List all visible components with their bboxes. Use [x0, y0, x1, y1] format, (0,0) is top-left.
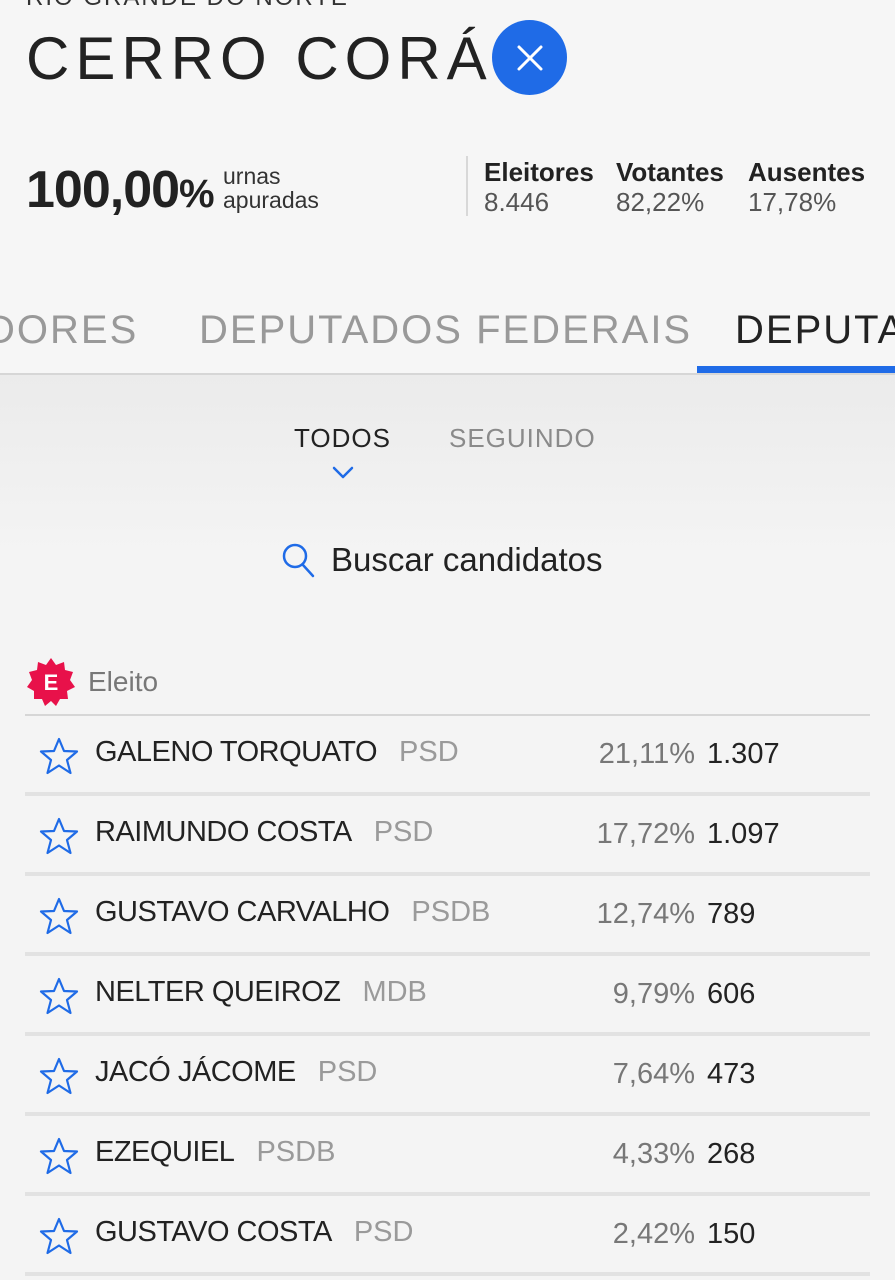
- active-tab-indicator: [697, 366, 895, 373]
- star-icon[interactable]: [39, 896, 79, 936]
- candidate-name-cell: NELTER QUEIROZ MDB: [95, 976, 427, 1009]
- candidate-party: MDB: [362, 976, 427, 1008]
- stats-divider: [466, 156, 468, 216]
- candidate-name-cell: RAIMUNDO COSTA PSD: [95, 816, 433, 849]
- candidate-votes: 789: [707, 898, 756, 930]
- filter-seguindo[interactable]: SEGUINDO: [449, 423, 596, 454]
- candidate-votes: 150: [707, 1218, 756, 1250]
- star-icon[interactable]: [39, 976, 79, 1016]
- candidate-percent: 21,11%: [598, 738, 695, 770]
- candidate-votes: 1.307: [707, 738, 780, 770]
- candidate-votes: 268: [707, 1138, 756, 1170]
- candidate-name: EZEQUIEL: [95, 1136, 235, 1168]
- candidate-percent: 12,74%: [596, 898, 695, 930]
- star-icon[interactable]: [39, 1216, 79, 1256]
- candidate-percent: 4,33%: [612, 1138, 695, 1170]
- candidate-name-cell: GALENO TORQUATO PSD: [95, 736, 459, 769]
- percent-sign: %: [179, 172, 215, 216]
- header-area: RIO GRANDE DO NORTE CERRO CORÁ 100,00% u…: [0, 0, 895, 375]
- votantes-label: Votantes: [616, 157, 724, 187]
- urnas-line1: urnas: [223, 163, 281, 189]
- votantes-value: 82,22%: [616, 187, 705, 217]
- tab-bar: DORES DEPUTADOS FEDERAIS DEPUTA: [0, 300, 895, 375]
- candidate-votes: 606: [707, 978, 756, 1010]
- star-icon[interactable]: [39, 816, 79, 856]
- candidate-party: PSDB: [256, 1136, 336, 1168]
- candidate-row[interactable]: RAIMUNDO COSTA PSD 17,72% 1.097: [25, 796, 870, 876]
- candidate-name: JACÓ JÁCOME: [95, 1056, 296, 1088]
- candidate-row[interactable]: GUSTAVO CARVALHO PSDB 12,74% 789: [25, 876, 870, 956]
- candidate-percent: 2,42%: [612, 1218, 695, 1250]
- candidate-name-cell: JACÓ JÁCOME PSD: [95, 1056, 377, 1089]
- candidate-party: PSD: [399, 736, 459, 768]
- candidate-list: GALENO TORQUATO PSD 21,11% 1.307 RAIMUNDO CO…: [25, 714, 870, 1276]
- candidate-row[interactable]: NELTER QUEIROZ MDB 9,79% 606: [25, 956, 870, 1036]
- candidate-votes: 1.097: [707, 818, 780, 850]
- state-name: RIO GRANDE DO NORTE: [26, 0, 349, 12]
- search-label: Buscar candidatos: [331, 541, 603, 578]
- elected-badge-letter: E: [44, 670, 59, 695]
- legend-label: Eleito: [88, 666, 159, 697]
- legend-eleito: E Eleito: [26, 657, 158, 707]
- search-icon: [282, 543, 315, 578]
- candidate-row[interactable]: JACÓ JÁCOME PSD 7,64% 473: [25, 1036, 870, 1116]
- percent-value: 100,00: [26, 161, 180, 219]
- filter-todos[interactable]: TODOS: [294, 423, 391, 454]
- urnas-label: urnas apuradas: [223, 164, 319, 212]
- candidate-name-cell: GUSTAVO CARVALHO PSDB: [95, 896, 490, 929]
- star-icon[interactable]: [39, 736, 79, 776]
- candidate-percent: 17,72%: [596, 818, 695, 850]
- tab-deputados-estaduais[interactable]: DEPUTA: [735, 308, 895, 353]
- candidate-row[interactable]: EZEQUIEL PSDB 4,33% 268: [25, 1116, 870, 1196]
- candidate-name: GUSTAVO COSTA: [95, 1216, 332, 1248]
- ausentes-value: 17,78%: [748, 187, 837, 217]
- close-button[interactable]: [492, 20, 567, 95]
- candidate-name: GUSTAVO CARVALHO: [95, 896, 390, 928]
- candidate-party: PSDB: [411, 896, 491, 928]
- candidate-party: PSD: [373, 816, 434, 848]
- candidate-name-cell: GUSTAVO COSTA PSD: [95, 1216, 413, 1249]
- urnas-line2: apuradas: [223, 187, 319, 213]
- candidate-percent: 9,79%: [612, 978, 695, 1010]
- tab-deputados-federais[interactable]: DEPUTADOS FEDERAIS: [199, 308, 692, 353]
- star-icon[interactable]: [39, 1136, 79, 1176]
- candidate-name: RAIMUNDO COSTA: [95, 816, 352, 848]
- city-title: CERRO CORÁ: [26, 25, 493, 92]
- candidate-party: PSD: [353, 1216, 414, 1248]
- chevron-down-icon[interactable]: [332, 466, 354, 480]
- candidate-party: PSD: [317, 1056, 378, 1088]
- percent-counted: 100,00%: [26, 160, 215, 220]
- eleitores-value: 8.446: [484, 187, 550, 217]
- tab-senadores[interactable]: DORES: [0, 308, 138, 353]
- stat-ausentes: Ausentes 17,78%: [748, 157, 865, 217]
- candidate-votes: 473: [707, 1058, 756, 1090]
- ausentes-label: Ausentes: [748, 157, 866, 187]
- candidate-row[interactable]: GALENO TORQUATO PSD 21,11% 1.307: [25, 716, 870, 796]
- stat-votantes: Votantes 82,22%: [616, 157, 724, 217]
- candidate-name: GALENO TORQUATO: [95, 736, 378, 768]
- candidate-name-cell: EZEQUIEL PSDB: [95, 1136, 335, 1169]
- elected-badge-icon: E: [27, 658, 75, 706]
- search-candidates[interactable]: Buscar candidatos: [281, 540, 603, 580]
- candidate-percent: 7,64%: [612, 1058, 695, 1090]
- star-icon[interactable]: [39, 1056, 79, 1096]
- candidate-name: NELTER QUEIROZ: [95, 976, 341, 1008]
- stat-eleitores: Eleitores 8.446: [484, 157, 594, 217]
- candidate-row[interactable]: GUSTAVO COSTA PSD 2,42% 150: [25, 1196, 870, 1276]
- eleitores-label: Eleitores: [484, 157, 594, 187]
- close-icon: [517, 45, 542, 70]
